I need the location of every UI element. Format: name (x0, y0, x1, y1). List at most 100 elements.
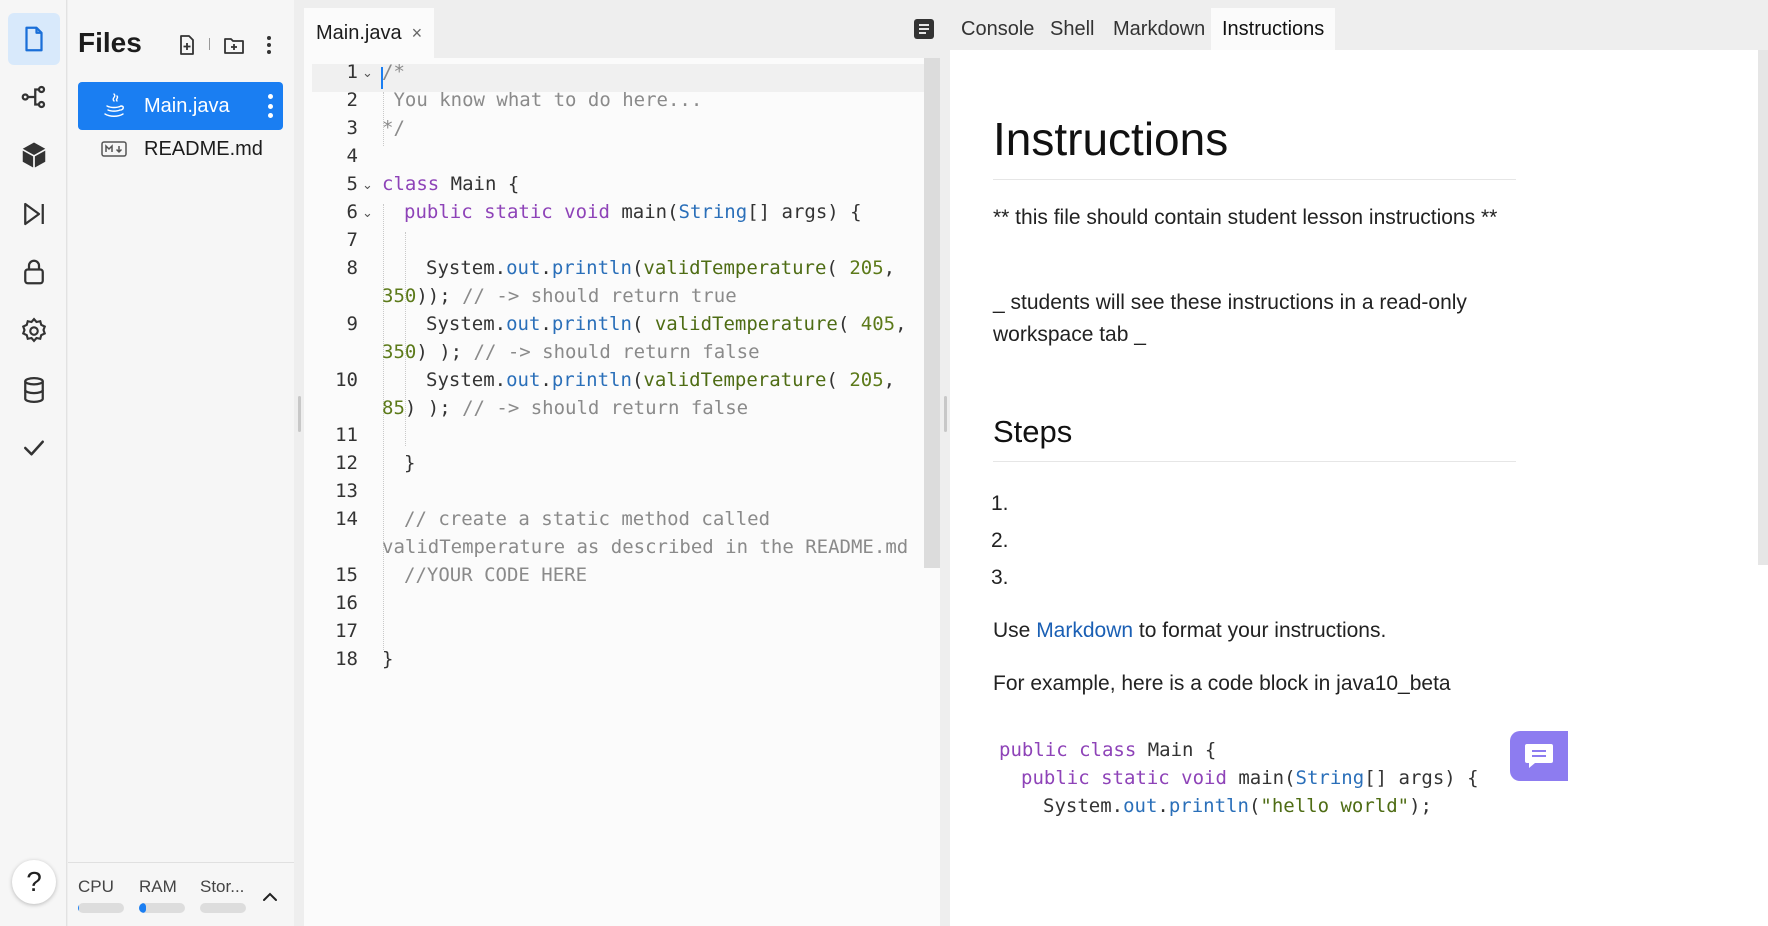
code-line-14: // create a static method called (404, 508, 771, 530)
tests-tool-button[interactable] (8, 422, 60, 474)
files-editor-splitter[interactable] (298, 396, 301, 432)
code-token: out (1123, 795, 1158, 817)
fold-chevron-icon[interactable]: ⌄ (362, 178, 373, 193)
settings-tool-button[interactable] (8, 305, 60, 357)
code-token: , (883, 257, 896, 279)
code-token: String (1295, 767, 1365, 789)
file-name: README.md (144, 137, 263, 160)
tab-shell[interactable]: Shell (1050, 8, 1094, 50)
list-item: 3. (991, 566, 1009, 589)
code-line-5: class Main { (382, 170, 519, 198)
code-token: 85 (382, 397, 405, 419)
code-editor[interactable]: 1 2 3 4 5 6 7 8 9 10 11 12 13 14 15 16 1… (304, 58, 940, 926)
code-token: ( (631, 369, 644, 391)
code-token: 205 (849, 369, 884, 391)
toolbar-divider (209, 38, 210, 50)
code-token: 405 (860, 313, 896, 335)
file-item-main-java[interactable]: Main.java (78, 82, 283, 130)
secrets-tool-button[interactable] (8, 246, 60, 298)
code-token: . (540, 369, 552, 391)
fold-chevron-icon[interactable]: ⌄ (362, 66, 373, 81)
code-block-line-3: System.out.println("hello world"); (1043, 792, 1432, 820)
code-token: Main { (439, 173, 520, 195)
code-token: "hello world" (1260, 795, 1410, 817)
storage-bar (200, 903, 246, 913)
code-token: ( (826, 257, 850, 279)
line-number: 13 (335, 480, 358, 502)
code-line-9: System.out.println( validTemperature( 40… (426, 310, 907, 338)
editor-pane-splitter[interactable] (944, 396, 947, 432)
code-token: out (506, 257, 541, 279)
instructions-heading: Instructions (993, 112, 1516, 180)
editor-tab-bar: Main.java × (304, 8, 940, 58)
new-folder-icon (224, 38, 244, 54)
new-folder-button[interactable] (221, 32, 247, 58)
file-name: Main.java (144, 94, 230, 117)
steps-heading: Steps (993, 414, 1516, 462)
code-token: , (895, 313, 907, 335)
tab-console[interactable]: Console (961, 8, 1034, 50)
cpu-bar (78, 903, 124, 913)
files-icon (25, 26, 43, 52)
code-token: ) ); (416, 341, 474, 363)
code-token: . (1157, 795, 1169, 817)
gear-icon (21, 317, 47, 343)
tab-main-java[interactable]: Main.java × (304, 8, 435, 58)
line-number: 11 (335, 424, 358, 446)
java-icon (92, 93, 136, 119)
code-line-14-wrap: validTemperature as described in the REA… (382, 536, 909, 558)
pane-scrollbar[interactable] (1758, 50, 1768, 565)
code-token: String (678, 201, 748, 223)
git-tool-button[interactable] (8, 71, 60, 123)
line-number: 15 (335, 564, 358, 586)
files-menu-button[interactable] (256, 32, 282, 58)
instructions-paragraph: For example, here is a code block in jav… (993, 672, 1451, 695)
line-number: 7 (346, 229, 358, 251)
files-tool-button[interactable] (8, 13, 60, 65)
code-token: ( (1248, 795, 1261, 817)
code-token: 350 (382, 285, 417, 307)
file-options-button[interactable] (267, 94, 273, 118)
code-token: public static void (1021, 767, 1227, 789)
chevron-up-icon[interactable] (260, 887, 280, 907)
code-token: println (551, 313, 632, 335)
indent-guide (383, 204, 384, 650)
markdown-link[interactable]: Markdown (1036, 619, 1133, 642)
code-token: System. (426, 257, 507, 279)
code-token: . (540, 313, 552, 335)
close-icon[interactable]: × (412, 23, 423, 44)
checkmark-icon (24, 440, 44, 456)
code-token: validTemperature (643, 257, 827, 279)
code-token: )); (416, 285, 463, 307)
code-line-2: You know what to do here... (382, 89, 703, 111)
line-number: 3 (346, 117, 358, 139)
code-token: System. (426, 369, 507, 391)
git-branch-icon (21, 85, 46, 109)
pane-layout-icon[interactable] (913, 18, 935, 40)
fold-chevron-icon[interactable]: ⌄ (362, 206, 373, 221)
files-panel: Files Main.java README.md CPU RAM Stor..… (68, 0, 294, 926)
database-icon (24, 377, 44, 404)
line-number: 2 (346, 89, 358, 111)
packages-tool-button[interactable] (8, 129, 60, 181)
editor-scrollbar[interactable] (924, 58, 940, 568)
storage-label: Stor... (200, 877, 245, 896)
chat-button[interactable] (1510, 731, 1568, 781)
files-panel-title: Files (78, 27, 142, 58)
tab-instructions[interactable]: Instructions (1211, 8, 1336, 50)
kebab-menu-icon (267, 36, 271, 54)
file-item-readme-md[interactable]: README.md (78, 125, 283, 173)
instructions-paragraph: Use Markdown to format your instructions… (993, 615, 1513, 647)
new-file-button[interactable] (174, 32, 200, 58)
debugger-icon (24, 202, 44, 226)
code-token: ( (631, 313, 655, 335)
code-token: ( (826, 369, 850, 391)
tab-markdown[interactable]: Markdown (1113, 8, 1205, 50)
help-button[interactable]: ? (12, 860, 56, 904)
code-line-18: } (382, 648, 394, 670)
line-number: 5 (346, 173, 358, 195)
database-tool-button[interactable] (8, 364, 60, 416)
ram-label: RAM (139, 877, 177, 896)
code-line-3: */ (382, 117, 405, 139)
debugger-tool-button[interactable] (8, 188, 60, 240)
